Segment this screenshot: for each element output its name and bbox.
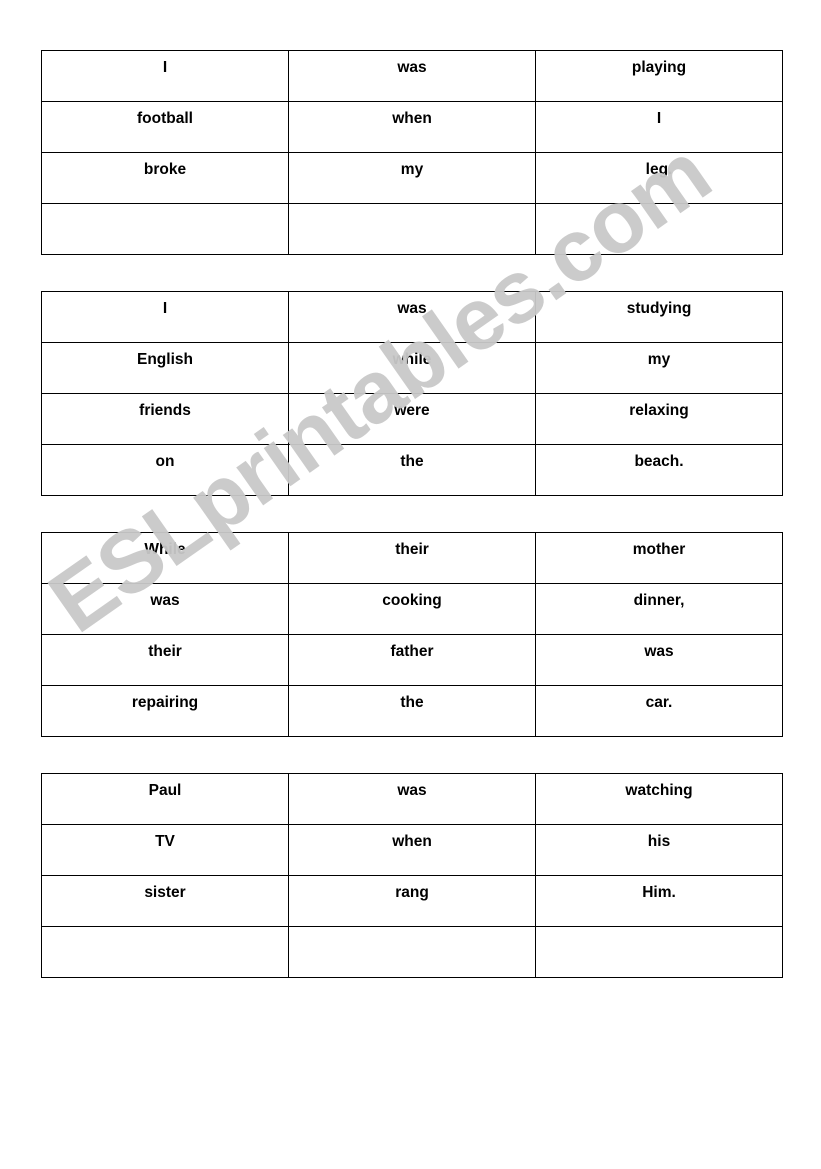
word-cell[interactable]: father	[288, 634, 536, 686]
word-cell[interactable]: when	[288, 824, 536, 876]
table-row: sister rang Him.	[41, 875, 783, 927]
word-cell[interactable]: was	[288, 773, 536, 825]
word-cell[interactable]: Him.	[535, 875, 783, 927]
word-cell[interactable]: I	[41, 291, 289, 343]
word-cell[interactable]: my	[535, 342, 783, 394]
word-cell[interactable]: while	[288, 342, 536, 394]
word-table-1: I was playing football when I broke my l…	[41, 50, 783, 255]
word-cell[interactable]: cooking	[288, 583, 536, 635]
word-table-2: I was studying English while my friends …	[41, 291, 783, 496]
table-row: While their mother	[41, 532, 783, 584]
word-cell[interactable]: on	[41, 444, 289, 496]
word-cell[interactable]: leg.	[535, 152, 783, 204]
word-cell[interactable]: beach.	[535, 444, 783, 496]
table-row: I was playing	[41, 50, 783, 102]
word-cell[interactable]: Paul	[41, 773, 289, 825]
word-cell[interactable]: studying	[535, 291, 783, 343]
worksheet-tables-container: I was playing football when I broke my l…	[41, 50, 783, 978]
word-cell[interactable]: I	[41, 50, 289, 102]
word-cell[interactable]: friends	[41, 393, 289, 445]
empty-word-cell[interactable]	[535, 203, 783, 255]
word-cell[interactable]: While	[41, 532, 289, 584]
table-row	[41, 926, 783, 978]
word-cell[interactable]: relaxing	[535, 393, 783, 445]
word-cell[interactable]: repairing	[41, 685, 289, 737]
word-cell[interactable]: their	[41, 634, 289, 686]
word-cell[interactable]: rang	[288, 875, 536, 927]
word-cell[interactable]: dinner,	[535, 583, 783, 635]
table-row: was cooking dinner,	[41, 583, 783, 635]
empty-word-cell[interactable]	[288, 203, 536, 255]
table-row: their father was	[41, 634, 783, 686]
word-cell[interactable]: was	[288, 50, 536, 102]
word-table-4: Paul was watching TV when his sister ran…	[41, 773, 783, 978]
word-cell[interactable]: playing	[535, 50, 783, 102]
word-cell[interactable]: sister	[41, 875, 289, 927]
table-row: football when I	[41, 101, 783, 153]
table-row: I was studying	[41, 291, 783, 343]
word-cell[interactable]: broke	[41, 152, 289, 204]
word-cell[interactable]: English	[41, 342, 289, 394]
word-cell[interactable]: when	[288, 101, 536, 153]
table-row: TV when his	[41, 824, 783, 876]
table-row: Paul was watching	[41, 773, 783, 825]
word-cell[interactable]: TV	[41, 824, 289, 876]
word-cell[interactable]: was	[288, 291, 536, 343]
table-row: friends were relaxing	[41, 393, 783, 445]
word-cell[interactable]: their	[288, 532, 536, 584]
table-row: broke my leg.	[41, 152, 783, 204]
worksheet-page: ESLprintables.com I was playing football…	[0, 0, 821, 1169]
table-row: English while my	[41, 342, 783, 394]
word-cell[interactable]: I	[535, 101, 783, 153]
empty-word-cell[interactable]	[41, 926, 289, 978]
word-cell[interactable]: car.	[535, 685, 783, 737]
empty-word-cell[interactable]	[535, 926, 783, 978]
word-cell[interactable]: were	[288, 393, 536, 445]
word-cell[interactable]: football	[41, 101, 289, 153]
word-cell[interactable]: mother	[535, 532, 783, 584]
table-row: repairing the car.	[41, 685, 783, 737]
word-table-3: While their mother was cooking dinner, t…	[41, 532, 783, 737]
word-cell[interactable]: watching	[535, 773, 783, 825]
empty-word-cell[interactable]	[41, 203, 289, 255]
word-cell[interactable]: was	[535, 634, 783, 686]
word-cell[interactable]: his	[535, 824, 783, 876]
word-cell[interactable]: was	[41, 583, 289, 635]
word-cell[interactable]: the	[288, 444, 536, 496]
table-row	[41, 203, 783, 255]
word-cell[interactable]: the	[288, 685, 536, 737]
table-row: on the beach.	[41, 444, 783, 496]
word-cell[interactable]: my	[288, 152, 536, 204]
empty-word-cell[interactable]	[288, 926, 536, 978]
